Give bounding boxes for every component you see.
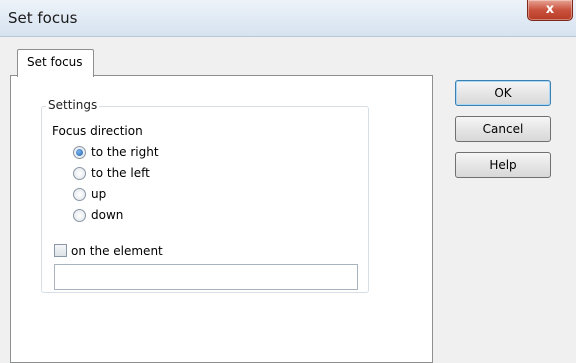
tab-set-focus[interactable]: Set focus xyxy=(17,49,94,77)
radio-unchecked-icon[interactable] xyxy=(73,209,86,222)
focus-direction-label: Focus direction xyxy=(52,124,143,138)
radio-label: to the right xyxy=(91,145,159,159)
checkbox-icon[interactable] xyxy=(54,244,67,257)
on-element-label: on the element xyxy=(71,244,163,258)
tab-label: Set focus xyxy=(27,55,83,69)
radio-checked-icon[interactable] xyxy=(73,146,86,159)
element-field[interactable] xyxy=(54,264,358,290)
settings-group: Settings Focus direction to the right to… xyxy=(41,98,369,293)
title-bar: Set focus x xyxy=(0,0,576,37)
cancel-button[interactable]: Cancel xyxy=(455,116,551,142)
close-icon: x xyxy=(545,2,555,17)
radio-unchecked-icon[interactable] xyxy=(73,167,86,180)
help-button[interactable]: Help xyxy=(455,152,551,178)
dialog-client-area: Set focus Settings Focus direction to th… xyxy=(0,37,576,363)
tab-panel: Settings Focus direction to the right to… xyxy=(10,75,433,363)
radio-unchecked-icon[interactable] xyxy=(73,188,86,201)
window-title: Set focus xyxy=(8,9,78,27)
settings-legend: Settings xyxy=(46,98,100,112)
ok-button[interactable]: OK xyxy=(455,80,551,106)
radio-label: down xyxy=(91,208,124,222)
radio-label: up xyxy=(91,187,107,201)
close-button[interactable]: x xyxy=(527,0,573,21)
radio-label: to the left xyxy=(91,166,150,180)
